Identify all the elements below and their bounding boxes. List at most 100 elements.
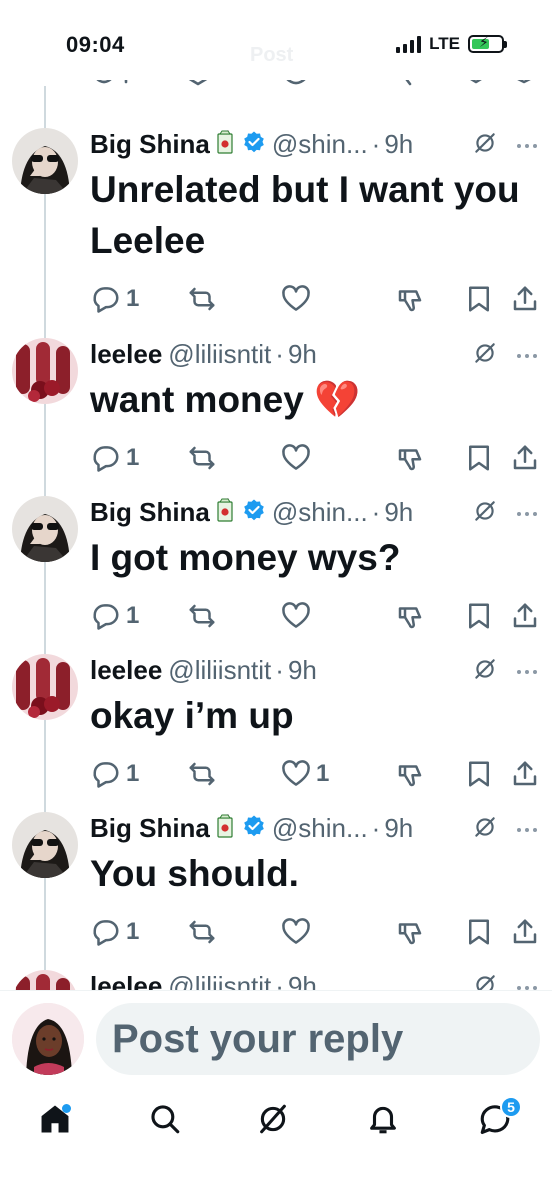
share-button[interactable] (510, 601, 540, 631)
bookmark-button[interactable] (464, 284, 494, 314)
share-icon (510, 443, 540, 473)
grok-icon[interactable] (472, 340, 498, 371)
author-name[interactable]: Big Shina (90, 813, 210, 844)
tweet[interactable]: Big Shina @shin... · 9h You should. 1 (0, 812, 552, 970)
author-handle[interactable]: @liliisntit (168, 339, 271, 370)
reply-button[interactable]: 1 (90, 601, 139, 631)
repost-button[interactable] (186, 284, 218, 314)
avatar[interactable] (12, 128, 78, 194)
grok-icon[interactable] (472, 656, 498, 687)
like-button[interactable] (280, 443, 316, 473)
more-icon[interactable] (516, 505, 538, 523)
status-time: 09:04 (66, 32, 125, 57)
user-avatar[interactable] (12, 1003, 84, 1075)
more-icon[interactable] (516, 347, 538, 365)
search-icon[interactable] (148, 1102, 188, 1142)
like-button[interactable] (280, 917, 316, 947)
dislike-button[interactable] (394, 917, 426, 947)
tweet-text: want money 💔 (90, 379, 361, 420)
share-button[interactable] (510, 443, 540, 473)
header-title: Post (250, 44, 294, 66)
avatar[interactable] (12, 654, 78, 720)
juice-emoji-icon (210, 497, 234, 527)
notifications-icon[interactable] (366, 1102, 406, 1142)
bottom-nav: 5 (0, 1080, 552, 1200)
dislike-button[interactable] (394, 443, 426, 473)
avatar[interactable] (12, 496, 78, 562)
reply-button[interactable]: 1 (90, 443, 139, 473)
author-handle[interactable]: @shin... (272, 129, 368, 160)
tweet-actions: 1 (90, 917, 542, 947)
share-button[interactable] (510, 917, 540, 947)
repost-button[interactable] (186, 601, 218, 631)
tweet[interactable]: leelee @liliisntit · 9h okay i’m up 1 1 (0, 654, 552, 812)
dislike-button[interactable] (394, 759, 426, 789)
grok-icon[interactable] (472, 130, 498, 161)
like-button[interactable] (280, 284, 316, 314)
separator-dot: · (371, 812, 381, 843)
timestamp[interactable]: 9h (384, 129, 413, 160)
timestamp[interactable]: 9h (288, 655, 317, 686)
bookmark-button[interactable] (464, 601, 494, 631)
repost-icon (186, 917, 218, 947)
tweet[interactable]: Big Shina @shin... · 9h Unrelated but I want… (0, 128, 552, 313)
share-icon (510, 601, 540, 631)
repost-button[interactable] (186, 443, 218, 473)
reply-input[interactable]: Post your reply (96, 1003, 540, 1075)
home-icon[interactable] (38, 1102, 78, 1142)
author-name[interactable]: leelee (90, 655, 162, 686)
tweet-actions: 1 (90, 284, 542, 314)
like-button[interactable] (280, 601, 316, 631)
author-name[interactable]: leelee (90, 339, 162, 370)
share-icon (510, 917, 540, 947)
timestamp[interactable]: 9h (288, 339, 317, 370)
grok-icon[interactable] (256, 1102, 296, 1142)
repost-button[interactable] (186, 917, 218, 947)
avatar[interactable] (12, 812, 78, 878)
author-handle[interactable]: @shin... (272, 813, 368, 844)
heart-icon (280, 443, 312, 473)
heart-icon (280, 601, 312, 631)
bookmark-button[interactable] (464, 759, 494, 789)
tweet-header: Big Shina @shin... · 9h (90, 812, 413, 844)
thumbs-down-icon (394, 284, 426, 314)
share-button[interactable] (510, 759, 540, 789)
share-button[interactable] (510, 284, 540, 314)
bookmark-icon (464, 443, 494, 473)
more-icon[interactable] (516, 137, 538, 155)
timestamp[interactable]: 9h (384, 497, 413, 528)
tweet-header-icons (472, 656, 538, 687)
repost-icon (186, 601, 218, 631)
more-icon[interactable] (516, 821, 538, 839)
reply-button[interactable]: 1 (90, 917, 139, 947)
share-icon (510, 284, 540, 314)
separator-dot: · (371, 496, 381, 527)
reply-icon (90, 443, 122, 473)
tweet[interactable]: Big Shina @shin... · 9h I got money wys? 1 (0, 496, 552, 654)
grok-icon[interactable] (472, 814, 498, 845)
dislike-button[interactable] (394, 284, 426, 314)
reply-icon (90, 759, 122, 789)
reply-button[interactable]: 1 (90, 284, 139, 314)
author-handle[interactable]: @liliisntit (168, 655, 271, 686)
bookmark-button[interactable] (464, 917, 494, 947)
repost-button[interactable] (186, 759, 218, 789)
dislike-button[interactable] (394, 601, 426, 631)
timestamp[interactable]: 9h (384, 813, 413, 844)
bookmark-button[interactable] (464, 443, 494, 473)
reply-icon (90, 917, 122, 947)
author-handle[interactable]: @shin... (272, 497, 368, 528)
juice-emoji-icon (210, 813, 234, 843)
tweet-text: You should. (90, 853, 299, 894)
tweet[interactable]: leelee @liliisntit · 9h want money 💔 1 (0, 338, 552, 496)
more-icon[interactable] (516, 663, 538, 681)
author-name[interactable]: Big Shina (90, 129, 210, 160)
like-button[interactable]: 1 (280, 759, 329, 789)
grok-icon[interactable] (472, 498, 498, 529)
avatar[interactable] (12, 338, 78, 404)
reply-button[interactable]: 1 (90, 759, 139, 789)
messages-icon[interactable]: 5 (478, 1096, 522, 1142)
author-name[interactable]: Big Shina (90, 497, 210, 528)
reply-count: 1 (126, 285, 140, 312)
bookmark-icon (464, 601, 494, 631)
